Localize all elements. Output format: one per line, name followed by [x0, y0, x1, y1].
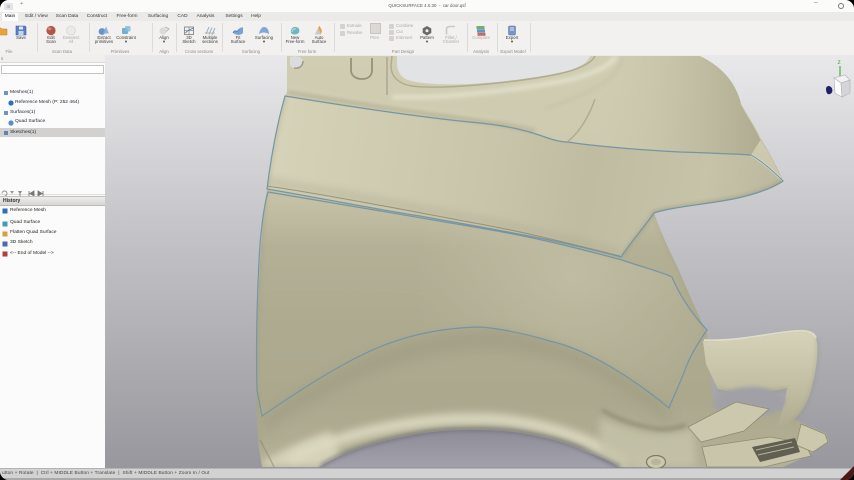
- svg-text:z: z: [838, 59, 841, 66]
